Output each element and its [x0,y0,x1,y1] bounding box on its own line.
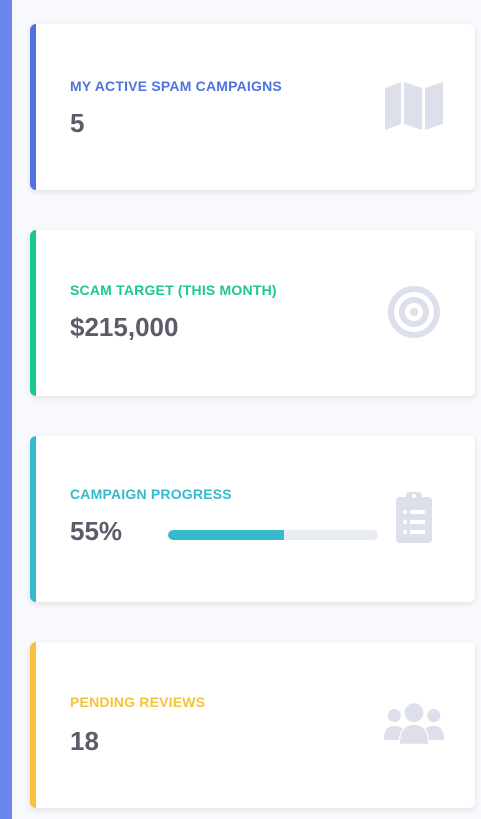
clipboard-list-icon [383,492,445,544]
active-campaigns-card: MY ACTIVE SPAM CAMPAIGNS 5 [30,24,475,190]
card-value: 55% [70,516,123,546]
dashboard-panel: MY ACTIVE SPAM CAMPAIGNS 5 SCAM TARGET (… [12,0,481,819]
card-value: 5 [70,108,85,138]
pending-reviews-card: PENDING REVIEWS 18 [30,642,475,808]
scam-target-card: SCAM TARGET (THIS MONTH) $215,000 [30,230,475,396]
progress-bar [168,530,378,540]
card-value: 18 [70,726,99,756]
progress-fill [168,530,284,540]
card-label: SCAM TARGET (THIS MONTH) [70,282,277,298]
card-value: $215,000 [70,312,179,342]
card-label: PENDING REVIEWS [70,694,206,710]
campaign-progress-card: CAMPAIGN PROGRESS 55% [30,436,475,602]
card-label: MY ACTIVE SPAM CAMPAIGNS [70,78,282,94]
card-label: CAMPAIGN PROGRESS [70,486,232,502]
map-icon [383,80,445,132]
target-icon [383,286,445,338]
users-icon [383,698,445,750]
